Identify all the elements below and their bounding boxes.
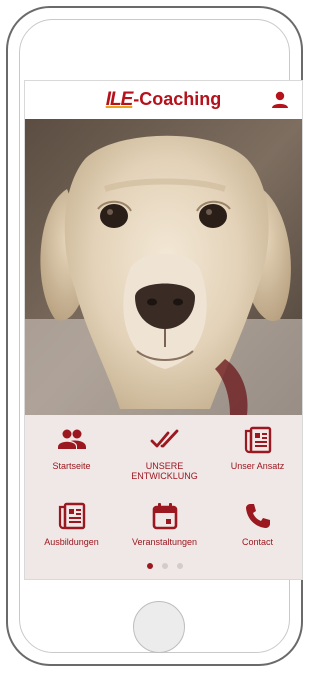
menu-item-veranstaltungen[interactable]: Veranstaltungen [118,499,211,569]
app-screen: ILE -Coaching Startseite UNSERE ENTWICKL… [24,80,303,580]
double-check-icon [150,425,180,455]
user-icon[interactable] [270,90,290,110]
menu-label: UNSERE ENTWICKLUNG [131,461,198,481]
menu-label: Unser Ansatz [230,461,285,471]
page-dot-1[interactable] [146,563,153,569]
menu-panel: Startseite UNSERE ENTWICKLUNG Unser Ansa… [25,415,302,579]
menu-item-unsere-entwicklung[interactable]: UNSERE ENTWICKLUNG [118,423,211,493]
menu-label: Veranstaltungen [131,537,198,547]
menu-item-unser-ansatz[interactable]: Unser Ansatz [211,423,302,493]
home-button[interactable] [133,601,185,653]
page-indicator [25,563,302,569]
brand-name: -Coaching [133,89,222,109]
document-icon [243,425,273,455]
brand-mark: ILE [105,89,134,110]
menu-item-startseite[interactable]: Startseite [25,423,118,493]
page-dot-2[interactable] [161,563,168,569]
menu-item-ausbildungen[interactable]: Ausbildungen [25,499,118,569]
menu-grid: Startseite UNSERE ENTWICKLUNG Unser Ansa… [25,423,302,569]
hero-dog-image [25,119,302,415]
phone-icon [243,501,273,531]
calendar-icon [150,501,180,531]
people-icon [57,425,87,455]
menu-item-contact[interactable]: Contact [211,499,302,569]
menu-label: Startseite [52,461,91,471]
brand-logo[interactable]: ILE -Coaching [106,89,222,111]
menu-label: Ausbildungen [44,537,99,547]
page-dot-3[interactable] [176,563,183,569]
menu-label: Contact [241,537,274,547]
document-icon [57,501,87,531]
app-header: ILE -Coaching [25,81,302,119]
